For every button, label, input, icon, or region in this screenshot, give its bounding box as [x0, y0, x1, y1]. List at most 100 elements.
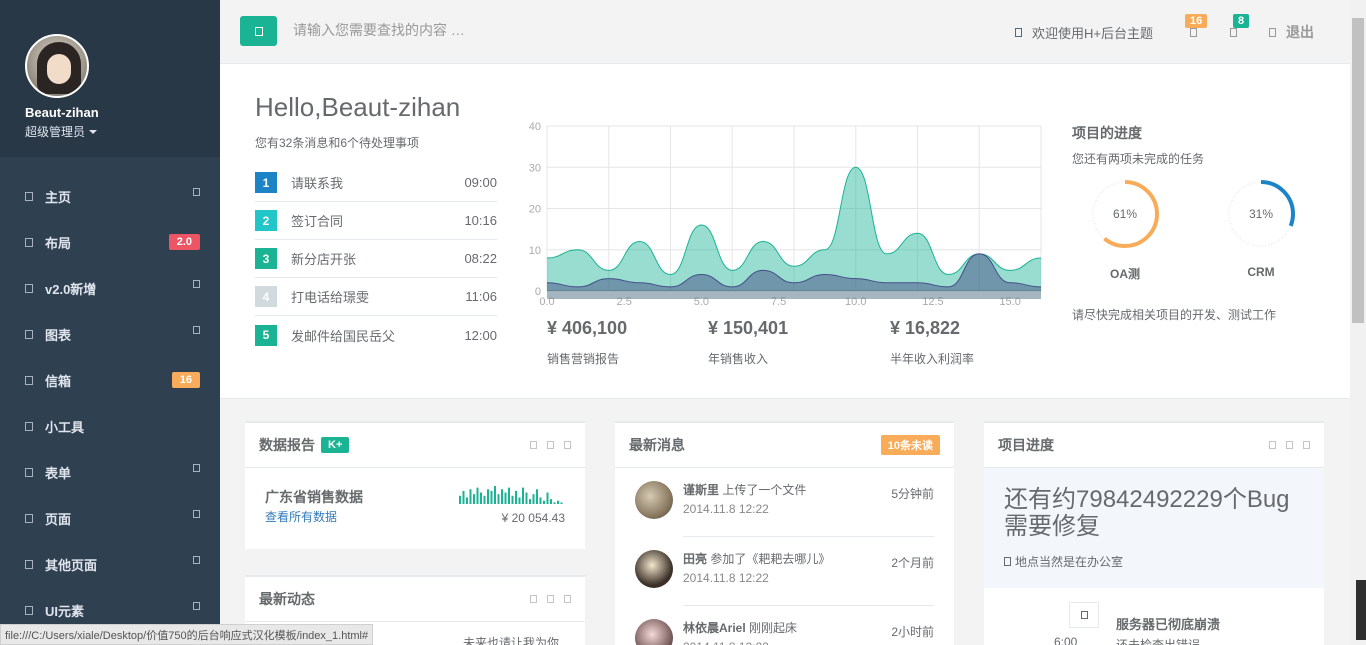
wrench-icon[interactable]: [1286, 441, 1293, 449]
spark-bar: [487, 489, 489, 504]
nav-icon: [25, 559, 33, 569]
area-chart: 0102030400.0 2.5 5.0 7.5 10.0 12.5 15.0: [529, 121, 1042, 308]
panel-title: 最新消息: [629, 437, 685, 453]
sidebar-item-label: 小工具: [45, 419, 85, 435]
project-progress-panel: 项目进度 还有约79842492229个Bug需要修复 地点当然是在办公室 6:…: [984, 421, 1324, 645]
spark-bar: [518, 497, 521, 504]
todo-time: 08:22: [464, 251, 497, 266]
page-scrollbar[interactable]: [1350, 0, 1366, 645]
dashboard-summary: Hello,Beaut-zihan 您有32条消息和6个待处理事项 1 请联系我 0…: [220, 64, 1350, 399]
caret-down-icon: [89, 129, 98, 134]
close-icon[interactable]: [564, 441, 571, 449]
unread-badge: 10条未读: [880, 435, 940, 455]
spark-bar: [536, 489, 538, 504]
message-time: 5分钟前: [891, 487, 934, 501]
message-sender[interactable]: 田亮: [683, 552, 707, 566]
spark-bar: [529, 499, 531, 504]
search-input[interactable]: [293, 22, 593, 38]
alerts-button[interactable]: 8: [1213, 0, 1253, 64]
avatar[interactable]: [635, 550, 673, 588]
logout-button[interactable]: 退出: [1269, 22, 1314, 42]
close-icon[interactable]: [564, 595, 571, 603]
message-item[interactable]: 田亮 参加了《耙耙去哪儿》 2014.11.8 12:22 2个月前: [615, 537, 954, 606]
message-action: 上传了一个文件: [722, 483, 807, 497]
chevron-left-icon: [193, 510, 200, 518]
message-time: 2个月前: [891, 556, 934, 570]
info-icon: [1015, 27, 1023, 37]
message-action: 刚刚起床: [749, 621, 798, 635]
avatar[interactable]: [635, 619, 673, 645]
panel-tools: [530, 441, 571, 449]
sidebar-nav: 主页 布局 2.0 v2.0新增 图表 信箱 16 小工具表单 页面其他页面 UI元素: [0, 157, 220, 633]
wrench-icon[interactable]: [547, 441, 554, 449]
close-icon[interactable]: [1303, 441, 1310, 449]
profile-header: Beaut-zihan 超级管理员: [0, 0, 220, 157]
chevron-left-icon: [193, 188, 200, 196]
sidebar-item-0[interactable]: 主页: [0, 173, 220, 219]
spark-bar: [462, 490, 465, 504]
nav-icon: [25, 605, 33, 615]
scrollbar-thumb[interactable]: [1352, 18, 1364, 323]
wrench-icon[interactable]: [547, 595, 554, 603]
sidebar-item-4[interactable]: 信箱 16: [0, 357, 220, 403]
todo-text: 发邮件给国民岳父: [291, 328, 396, 344]
todo-item[interactable]: 5 发邮件给国民岳父 12:00: [255, 316, 497, 354]
chevron-left-icon: [193, 602, 200, 610]
nav-icon: [25, 467, 33, 477]
collapse-icon[interactable]: [530, 441, 537, 449]
timeline-icon: [1069, 602, 1099, 628]
sidebar-item-label: 其他页面: [45, 557, 98, 573]
todo-number: 3: [255, 248, 277, 269]
sidebar-item-7[interactable]: 页面: [0, 495, 220, 541]
collapse-icon[interactable]: [1269, 441, 1276, 449]
sidebar-item-6[interactable]: 表单: [0, 449, 220, 495]
spark-bar: [515, 490, 517, 504]
nav-icon: [25, 513, 33, 523]
spark-bar: [459, 495, 461, 504]
spark-bar: [511, 495, 514, 504]
sidebar-item-8[interactable]: 其他页面: [0, 541, 220, 587]
message-item[interactable]: 林依晨Ariel 刚刚起床 2014.11.8 12:222小时前: [615, 606, 954, 645]
avatar[interactable]: [635, 481, 673, 519]
todo-item[interactable]: 1 请联系我 09:00: [255, 164, 497, 202]
spark-bar: [532, 494, 535, 504]
sidebar-item-3[interactable]: 图表: [0, 311, 220, 357]
latest-messages-panel: 最新消息 10条未读 谨斯里 上传了一个文件 2014.11.8 12:22 5分钟…: [615, 421, 954, 645]
message-item[interactable]: 谨斯里 上传了一个文件 2014.11.8 12:22 5分钟前: [615, 468, 954, 537]
message-sender[interactable]: 林依晨Ariel: [683, 621, 746, 635]
todo-item[interactable]: 2 签订合同 10:16: [255, 202, 497, 240]
ring-percent: 61%: [1113, 207, 1137, 221]
todo-item[interactable]: 3 新分店开张 08:22: [255, 240, 497, 278]
chart-baseline: [547, 290, 1041, 299]
spark-bar: [501, 489, 503, 504]
nav-icon: [25, 191, 33, 201]
menu-toggle-button[interactable]: [240, 16, 277, 46]
y-tick-label: 40: [529, 121, 541, 133]
sidebar-item-1[interactable]: 布局 2.0: [0, 219, 220, 265]
sidebar-item-label: 信箱: [45, 373, 72, 389]
bars-icon: [254, 26, 263, 36]
spark-bar: [539, 497, 542, 504]
todo-text: 打电话给璟雯: [291, 290, 370, 305]
spark-bar: [473, 494, 475, 504]
message-sender[interactable]: 谨斯里: [683, 483, 719, 497]
user-name[interactable]: Beaut-zihan: [25, 105, 220, 120]
sidebar-item-5[interactable]: 小工具: [0, 403, 220, 449]
bug-count-text: 还有约79842492229个Bug需要修复: [1004, 486, 1290, 540]
todo-item[interactable]: 4 打电话给璟雯 11:06: [255, 278, 497, 316]
project-progress-title: 项目的进度: [1072, 125, 1142, 141]
ring-label: CRM: [1247, 265, 1275, 279]
collapse-icon[interactable]: [530, 595, 537, 603]
spark-bar: [497, 494, 500, 504]
panel-tag: K+: [321, 437, 350, 453]
messages-button[interactable]: 16: [1173, 0, 1213, 64]
avatar[interactable]: [25, 34, 89, 98]
todo-text: 新分店开张: [291, 252, 357, 267]
spark-bar: [483, 495, 486, 504]
sidebar-item-2[interactable]: v2.0新增: [0, 265, 220, 311]
alerts-count-badge: 8: [1233, 14, 1250, 28]
bug-summary: 还有约79842492229个Bug需要修复 地点当然是在办公室: [984, 468, 1324, 588]
sidebar-item-label: UI元素: [45, 603, 85, 619]
panel-title: 最新动态: [259, 591, 315, 607]
user-role-dropdown[interactable]: 超级管理员: [25, 123, 220, 140]
